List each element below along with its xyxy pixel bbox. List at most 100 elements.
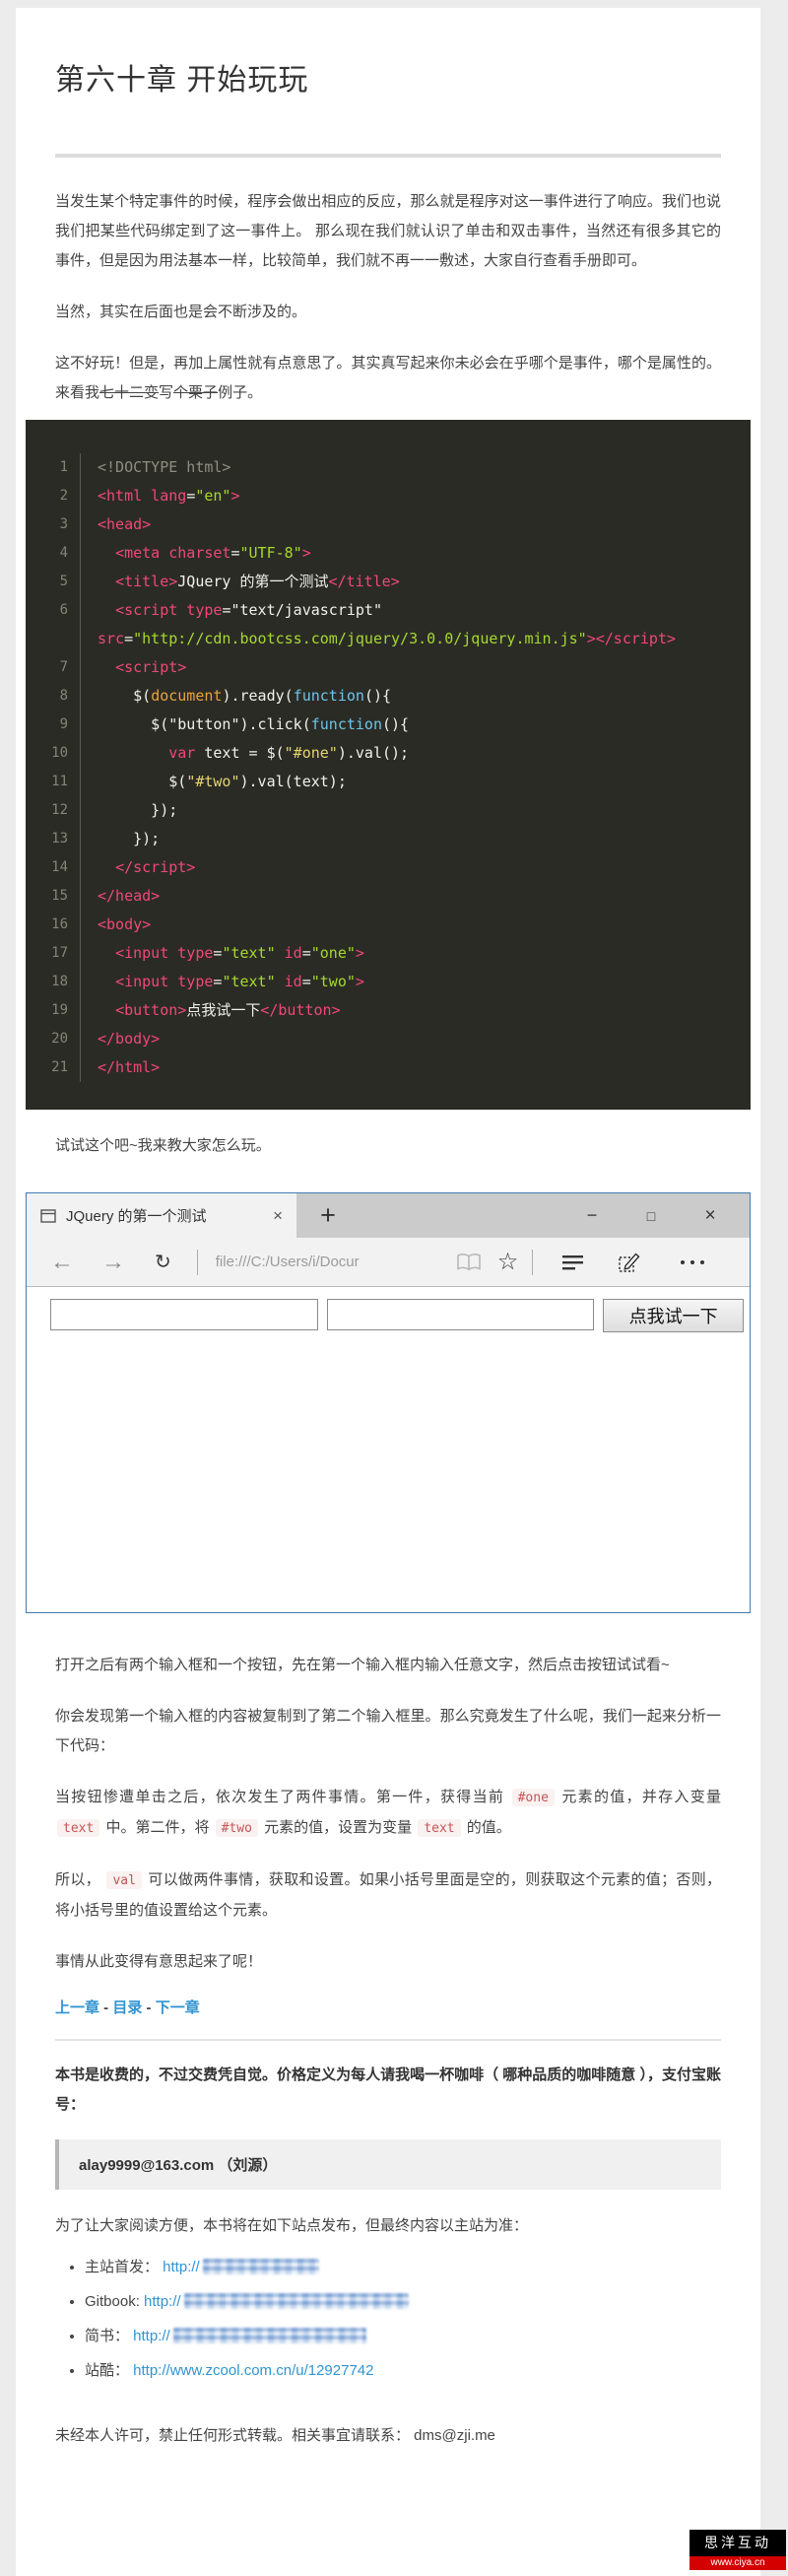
code-line: 15</head>: [26, 882, 751, 911]
page-title: 第六十章 开始玩玩: [55, 55, 721, 99]
address-bar[interactable]: file:///C:/Users/i/Docur: [216, 1254, 454, 1270]
site-label: Gitbook:: [85, 2293, 144, 2310]
redacted-url-mosaic: [173, 2328, 366, 2343]
code-line: 1<!DOCTYPE html>: [26, 453, 751, 482]
line-number: 12: [26, 796, 81, 825]
code-line: 21</html>: [26, 1053, 751, 1082]
line-number: 6: [26, 596, 81, 625]
reading-view-icon[interactable]: [456, 1253, 482, 1272]
line-number: 4: [26, 539, 81, 568]
code-line: src="http://cdn.bootcss.com/jquery/3.0.0…: [26, 625, 751, 653]
alipay-account-quote: alay9999@163.com （刘源）: [55, 2139, 721, 2190]
tab-bar: JQuery 的第一个测试 × + − □ ×: [27, 1193, 750, 1238]
next-chapter-link[interactable]: 下一章: [156, 2000, 200, 2016]
line-number: 3: [26, 510, 81, 539]
browser-toolbar: ← → ↻ file:///C:/Users/i/Docur ☆: [27, 1238, 750, 1287]
site-link[interactable]: http://: [144, 2293, 181, 2310]
line-number: 13: [26, 825, 81, 853]
toolbar-separator: [532, 1250, 533, 1275]
code-line: 12 });: [26, 796, 751, 825]
site-list-item: 站酷： http://www.zcool.com.cn/u/12927742: [85, 2356, 721, 2386]
code-line: 17 <input type="text" id="one">: [26, 939, 751, 968]
toolbar-separator: [197, 1250, 198, 1275]
paragraph-intro-3: 这不好玩！但是，再加上属性就有点意思了。其实真写起来你未必会在乎哪个是事件，哪个…: [55, 349, 721, 408]
section-divider: [55, 2039, 721, 2041]
code-line: 20</body>: [26, 1025, 751, 1053]
article-card: 第六十章 开始玩玩 当发生某个特定事件的时候，程序会做出相应的反应，那么就是程序…: [16, 8, 760, 2576]
line-number: 2: [26, 482, 81, 510]
maximize-button[interactable]: □: [622, 1208, 681, 1224]
title-divider: [55, 154, 721, 158]
paragraph-after-4: 所以， val 可以做两件事情，获取和设置。如果小括号里面是空的，则获取这个元素…: [55, 1865, 721, 1926]
browser-tab[interactable]: JQuery 的第一个测试 ×: [27, 1193, 296, 1238]
site-list-item: 主站首发： http://: [85, 2253, 721, 2282]
paragraph-after-5: 事情从此变得有意思起来了呢！: [55, 1947, 721, 1977]
favorites-star-icon[interactable]: ☆: [497, 1251, 519, 1274]
back-icon[interactable]: ←: [50, 1251, 74, 1274]
line-number: 16: [26, 911, 81, 939]
code-line: 6 <script type="text/javascript": [26, 596, 751, 625]
code-line: 7 <script>: [26, 653, 751, 682]
code-line: 19 <button>点我试一下</button>: [26, 996, 751, 1025]
edge-browser-window: JQuery 的第一个测试 × + − □ × ← → ↻ file:///C:…: [26, 1192, 751, 1613]
hub-icon[interactable]: [560, 1254, 584, 1270]
window-controls: − □ ×: [562, 1193, 750, 1238]
site-link[interactable]: http://: [133, 2328, 170, 2344]
forward-icon[interactable]: →: [101, 1251, 125, 1274]
line-number: [26, 625, 81, 653]
code-line: 11 $("#two").val(text);: [26, 768, 751, 796]
line-number: 14: [26, 853, 81, 882]
close-button[interactable]: ×: [681, 1205, 740, 1227]
paragraph-after-3: 当按钮惨遭单击之后，依次发生了两件事情。第一件，获得当前 #one 元素的值，并…: [55, 1783, 721, 1844]
inline-code: #one: [512, 1789, 555, 1806]
inline-code: text: [418, 1819, 460, 1837]
input-one[interactable]: [50, 1299, 318, 1330]
line-number: 15: [26, 882, 81, 911]
nav-separator: -: [99, 2000, 112, 2016]
tab-title: JQuery 的第一个测试: [66, 1205, 259, 1226]
watermark: 思洋互动 www.ciya.cn: [690, 2530, 786, 2570]
line-number: 17: [26, 939, 81, 968]
site-label: 主站首发：: [85, 2259, 163, 2275]
page-viewport: 点我试一下: [27, 1287, 750, 1612]
code-line: 9 $("button").click(function(){: [26, 711, 751, 739]
code-line: 3<head>: [26, 510, 751, 539]
refresh-icon[interactable]: ↻: [155, 1250, 171, 1274]
input-two[interactable]: [327, 1299, 595, 1330]
code-line: 5 <title>JQuery 的第一个测试</title>: [26, 568, 751, 596]
try-button[interactable]: 点我试一下: [603, 1299, 744, 1332]
watermark-url: www.ciya.cn: [690, 2556, 786, 2570]
code-line: 16<body>: [26, 911, 751, 939]
site-link[interactable]: http://www.zcool.com.cn/u/12927742: [133, 2362, 373, 2379]
web-note-icon[interactable]: [618, 1251, 641, 1274]
redacted-url-mosaic: [184, 2293, 409, 2309]
inline-code: text: [57, 1819, 99, 1837]
line-number: 21: [26, 1053, 81, 1082]
line-number: 11: [26, 768, 81, 796]
paragraph-after-2: 你会发现第一个输入框的内容被复制到了第二个输入框里。那么究竟发生了什么呢，我们一…: [55, 1702, 721, 1761]
copyright-note: 未经本人许可，禁止任何形式转载。相关事宜请联系： dms@zji.me: [55, 2421, 721, 2451]
more-options-icon[interactable]: [681, 1260, 704, 1264]
inline-code: val: [106, 1871, 141, 1889]
minimize-button[interactable]: −: [562, 1205, 622, 1226]
tab-close-icon[interactable]: ×: [269, 1205, 287, 1226]
site-label: 站酷：: [85, 2362, 133, 2379]
paragraph-tip: 试试这个吧~我来教大家怎么玩。: [55, 1131, 721, 1161]
paragraph-after-1: 打开之后有两个输入框和一个按钮，先在第一个输入框内输入任意文字，然后点击按钮试试…: [55, 1651, 721, 1680]
watermark-brand: 思洋互动: [690, 2530, 786, 2556]
new-tab-button[interactable]: +: [296, 1193, 360, 1238]
code-line: 14 </script>: [26, 853, 751, 882]
code-block: 1<!DOCTYPE html>2<html lang="en">3<head>…: [26, 420, 751, 1110]
code-line: 18 <input type="text" id="two">: [26, 968, 751, 996]
toc-link[interactable]: 目录: [112, 2000, 142, 2016]
prev-chapter-link[interactable]: 上一章: [55, 2000, 99, 2016]
paragraph-intro-1: 当发生某个特定事件的时候，程序会做出相应的反应，那么就是程序对这一事件进行了响应…: [55, 187, 721, 276]
paragraph-intro-2: 当然，其实在后面也是会不断涉及的。: [55, 298, 721, 327]
code-line: 2<html lang="en">: [26, 482, 751, 510]
line-number: 1: [26, 453, 81, 482]
code-line: 4 <meta charset="UTF-8">: [26, 539, 751, 568]
line-number: 7: [26, 653, 81, 682]
code-line: 8 $(document).ready(function(){: [26, 682, 751, 711]
payment-notice: 本书是收费的，不过交费凭自觉。价格定义为每人请我喝一杯咖啡（ 哪种品质的咖啡随意…: [55, 2061, 721, 2120]
site-link[interactable]: http://: [163, 2259, 200, 2275]
